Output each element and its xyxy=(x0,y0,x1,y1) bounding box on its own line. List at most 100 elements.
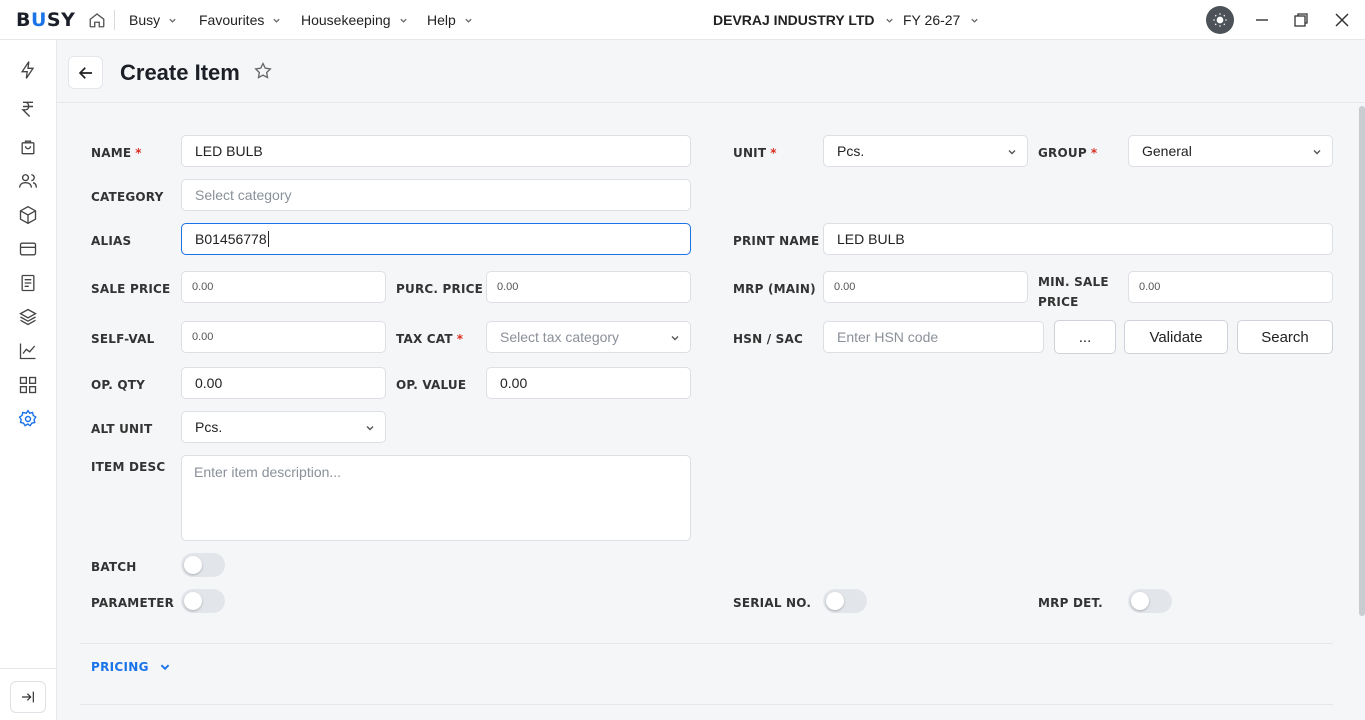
fiscal-year-selector[interactable]: FY 26-27 xyxy=(903,12,979,28)
top-bar: BUSY Busy Favourites Housekeeping Help D… xyxy=(0,0,1365,40)
section-divider xyxy=(80,643,1333,644)
users-icon[interactable] xyxy=(18,171,38,191)
alias-input[interactable]: B01456778 xyxy=(181,223,691,255)
self-val-input[interactable]: 0.00 xyxy=(181,321,386,353)
sidebar-expand-button[interactable] xyxy=(10,681,46,713)
main-content: Create Item NAME * LED BULB CATEGORY Sele… xyxy=(57,40,1365,720)
mrp-det-toggle[interactable] xyxy=(1128,589,1172,613)
search-button[interactable]: Search xyxy=(1237,320,1333,354)
serial-no-label: SERIAL NO. xyxy=(733,596,812,610)
alias-label: ALIAS xyxy=(91,234,132,248)
sidebar xyxy=(0,40,57,720)
tax-cat-label: TAX CAT * xyxy=(396,332,464,346)
chevron-down-icon xyxy=(971,18,978,23)
name-input[interactable]: LED BULB xyxy=(181,135,691,167)
hsn-code-input[interactable]: Enter HSN code xyxy=(823,321,1044,353)
expand-right-icon xyxy=(22,691,34,703)
purc-price-input[interactable]: 0.00 xyxy=(486,271,691,303)
layers-icon[interactable] xyxy=(18,307,38,327)
chevron-down-icon xyxy=(366,426,374,431)
alt-unit-select[interactable]: Pcs. xyxy=(181,411,386,443)
company-selector[interactable]: DEVRAJ INDUSTRY LTD xyxy=(713,12,894,28)
text-caret xyxy=(267,231,269,247)
sale-price-label: SALE PRICE xyxy=(91,282,171,296)
chart-line-icon[interactable] xyxy=(18,341,38,361)
section-divider xyxy=(80,704,1333,705)
unit-select[interactable]: Pcs. xyxy=(823,135,1028,167)
category-label: CATEGORY xyxy=(91,190,164,204)
minimize-icon[interactable] xyxy=(1252,10,1272,30)
op-qty-label: OP. QTY xyxy=(91,378,146,392)
sidebar-separator xyxy=(0,668,56,669)
chevron-down-icon xyxy=(169,18,176,23)
app-logo[interactable]: BUSY xyxy=(16,9,75,31)
separator xyxy=(114,10,115,30)
serial-no-toggle[interactable] xyxy=(823,589,867,613)
chevron-down-icon xyxy=(1313,150,1321,155)
batch-label: BATCH xyxy=(91,560,137,574)
favourite-star-icon[interactable] xyxy=(253,61,273,81)
toggle-knob xyxy=(184,556,202,574)
item-desc-textarea[interactable]: Enter item description... xyxy=(181,455,691,541)
menu-housekeeping[interactable]: Housekeeping xyxy=(301,12,408,28)
settings-icon[interactable] xyxy=(18,409,38,429)
tax-category-select[interactable]: Select tax category xyxy=(486,321,691,353)
close-icon[interactable] xyxy=(1332,10,1352,30)
document-icon[interactable] xyxy=(18,273,38,293)
parameter-toggle[interactable] xyxy=(181,589,225,613)
scrollbar-thumb[interactable] xyxy=(1359,106,1365,616)
mrp-main-label: MRP (MAIN) xyxy=(733,282,816,296)
restore-icon[interactable] xyxy=(1291,10,1311,30)
hsn-sac-label: HSN / SAC xyxy=(733,332,804,346)
category-select[interactable]: Select category xyxy=(181,179,691,211)
self-val-label: SELF-VAL xyxy=(91,332,155,346)
validate-button[interactable]: Validate xyxy=(1124,320,1228,354)
op-qty-input[interactable]: 0.00 xyxy=(181,367,386,399)
chevron-down-icon xyxy=(1008,150,1016,155)
chevron-down-icon xyxy=(160,664,170,671)
hsn-more-button[interactable]: ... xyxy=(1054,320,1116,354)
min-sale-price-input[interactable]: 0.00 xyxy=(1128,271,1333,303)
alt-unit-label: ALT UNIT xyxy=(91,422,153,436)
menu-busy[interactable]: Busy xyxy=(129,12,177,28)
group-label: GROUP * xyxy=(1038,146,1098,160)
chevron-down-icon xyxy=(273,18,281,23)
arrow-left-icon xyxy=(78,66,92,79)
pricing-section-toggle[interactable]: PRICING xyxy=(91,660,171,674)
chevron-down-icon xyxy=(399,18,407,23)
print-name-input[interactable]: LED BULB xyxy=(823,223,1333,255)
shopping-bag-icon[interactable] xyxy=(18,137,38,157)
batch-toggle[interactable] xyxy=(181,553,225,577)
menu-favourites[interactable]: Favourites xyxy=(199,12,281,28)
op-value-label: OP. VALUE xyxy=(396,378,467,392)
group-select[interactable]: General xyxy=(1128,135,1333,167)
op-value-input[interactable]: 0.00 xyxy=(486,367,691,399)
name-label: NAME * xyxy=(91,146,142,160)
home-icon[interactable] xyxy=(88,11,106,29)
back-button[interactable] xyxy=(68,56,103,89)
rupee-icon[interactable] xyxy=(18,99,38,119)
credit-card-icon[interactable] xyxy=(18,239,38,259)
page-title: Create Item xyxy=(120,60,240,85)
sun-icon xyxy=(1213,13,1227,27)
item-desc-label: ITEM DESC xyxy=(91,460,166,474)
unit-label: UNIT * xyxy=(733,146,777,160)
chevron-down-icon xyxy=(465,18,472,23)
grid-icon[interactable] xyxy=(18,375,38,395)
min-sale-price-label: MIN. SALE PRICE xyxy=(1038,275,1109,309)
page-header: Create Item xyxy=(57,40,1365,103)
mrp-main-input[interactable]: 0.00 xyxy=(823,271,1028,303)
sale-price-input[interactable]: 0.00 xyxy=(181,271,386,303)
parameter-label: PARAMETER xyxy=(91,596,175,610)
purc-price-label: PURC. PRICE xyxy=(396,282,484,296)
menu-help[interactable]: Help xyxy=(427,12,473,28)
toggle-knob xyxy=(826,592,844,610)
toggle-knob xyxy=(184,592,202,610)
print-name-label: PRINT NAME xyxy=(733,234,820,248)
toggle-knob xyxy=(1131,592,1149,610)
chevron-down-icon xyxy=(885,18,893,23)
box-icon[interactable] xyxy=(18,205,38,225)
theme-toggle-button[interactable] xyxy=(1206,6,1234,34)
lightning-icon[interactable] xyxy=(18,60,38,80)
chevron-down-icon xyxy=(671,336,679,341)
